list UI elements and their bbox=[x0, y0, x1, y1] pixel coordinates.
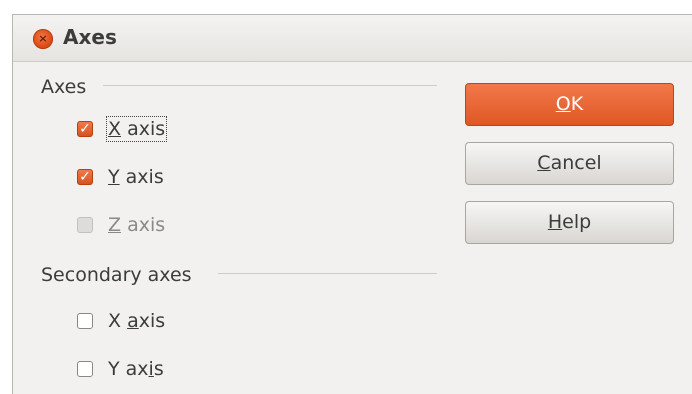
z-axis-checkbox bbox=[77, 217, 93, 233]
checkmark-icon: ✓ bbox=[79, 169, 91, 185]
secondary-x-axis-label[interactable]: X axis bbox=[108, 310, 165, 332]
axes-group-separator bbox=[103, 85, 437, 86]
axes-group-label: Axes bbox=[41, 76, 87, 98]
secondary-axes-group-label: Secondary axes bbox=[41, 264, 192, 286]
secondary-y-axis-checkbox[interactable] bbox=[77, 361, 93, 377]
dialog-title: Axes bbox=[63, 25, 117, 49]
x-axis-option[interactable]: ✓ X axis bbox=[77, 114, 168, 144]
checkmark-icon: ✓ bbox=[79, 121, 91, 137]
title-bar: × Axes bbox=[13, 15, 692, 62]
secondary-x-axis-option[interactable]: X axis bbox=[77, 306, 165, 336]
ok-button[interactable]: OK bbox=[465, 83, 674, 126]
x-axis-checkbox[interactable]: ✓ bbox=[77, 121, 93, 137]
z-axis-label: Z axis bbox=[108, 214, 166, 236]
axes-dialog: × Axes Axes ✓ X axis ✓ Y axis Z axis Sec… bbox=[12, 14, 692, 394]
y-axis-option[interactable]: ✓ Y axis bbox=[77, 162, 164, 192]
secondary-axes-separator bbox=[218, 273, 437, 274]
x-axis-label[interactable]: X axis bbox=[105, 116, 168, 142]
cancel-button[interactable]: Cancel bbox=[465, 142, 674, 185]
secondary-y-axis-label[interactable]: Y axis bbox=[108, 358, 164, 380]
z-axis-option: Z axis bbox=[77, 210, 165, 240]
close-icon[interactable]: × bbox=[33, 29, 53, 49]
y-axis-checkbox[interactable]: ✓ bbox=[77, 169, 93, 185]
help-button[interactable]: Help bbox=[465, 201, 674, 244]
secondary-y-axis-option[interactable]: Y axis bbox=[77, 354, 164, 384]
y-axis-label[interactable]: Y axis bbox=[108, 166, 164, 188]
secondary-x-axis-checkbox[interactable] bbox=[77, 313, 93, 329]
